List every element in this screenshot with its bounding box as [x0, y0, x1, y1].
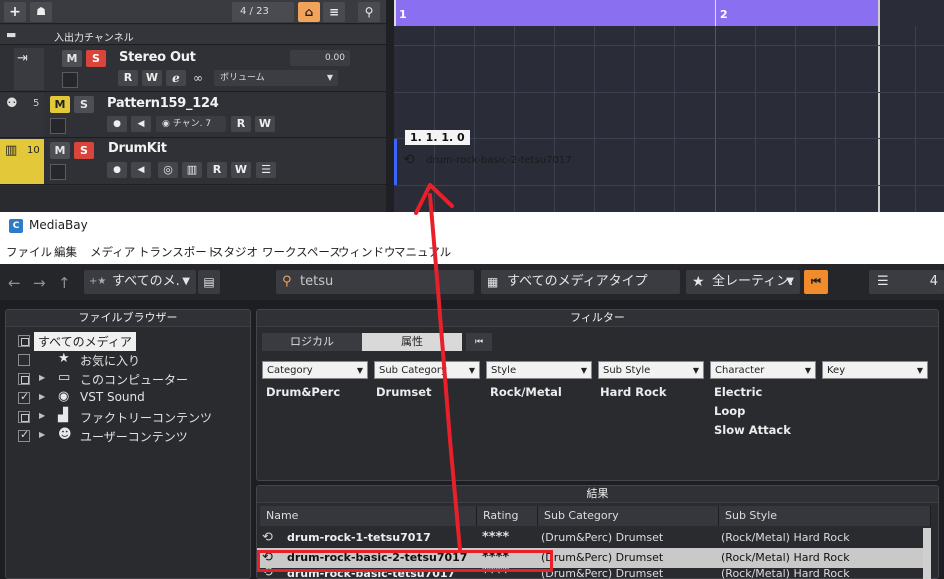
annotation-arrow-head	[414, 183, 454, 215]
screenshot-root: + ☗ 4 / 23 ⌂ ≡ ⚲ ▬ 入出力チャンネル ⇥ M S Stereo…	[0, 0, 944, 579]
annotation-arrow	[414, 183, 462, 552]
annotation-arrow-line	[428, 193, 462, 552]
